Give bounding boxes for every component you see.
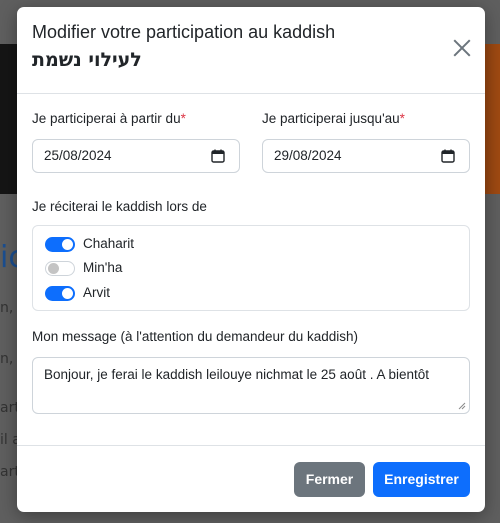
close-icon[interactable] <box>453 39 471 57</box>
modal-subtitle: לעילוי נשמת <box>32 49 142 71</box>
minha-toggle[interactable] <box>45 261 75 276</box>
modal-header: Modifier votre participation au kaddish … <box>17 7 485 94</box>
modal-title: Modifier votre participation au kaddish <box>32 22 336 42</box>
save-button[interactable]: Enregistrer <box>373 462 470 497</box>
resize-handle-icon[interactable] <box>458 402 466 410</box>
background-heading-fragment: ic <box>0 241 17 275</box>
start-date-label: Je participerai à partir du* <box>32 111 186 126</box>
chaharit-label: Chaharit <box>83 236 135 251</box>
arvit-label: Arvit <box>83 285 110 300</box>
background-text-fragment: n, v <box>0 351 17 367</box>
prayers-group: Chaharit Min'ha Arvit <box>32 225 470 311</box>
modal-footer: Fermer Enregistrer <box>17 445 485 512</box>
end-date-value: 29/08/2024 <box>274 148 342 163</box>
calendar-icon[interactable] <box>441 149 455 163</box>
end-date-label: Je participerai jusqu'au* <box>262 111 405 126</box>
start-date-label-text: Je participerai à partir du <box>32 111 181 126</box>
background-text-fragment: n, v <box>0 300 17 316</box>
arvit-toggle[interactable] <box>45 286 75 301</box>
close-button[interactable]: Fermer <box>294 462 365 497</box>
message-label: Mon message (à l'attention du demandeur … <box>32 329 359 344</box>
start-date-value: 25/08/2024 <box>44 148 112 163</box>
message-textarea[interactable]: Bonjour, je ferai le kaddish leilouye ni… <box>32 357 470 414</box>
message-value: Bonjour, je ferai le kaddish leilouye ni… <box>44 367 430 382</box>
prayers-label: Je réciterai le kaddish lors de <box>32 199 207 214</box>
calendar-icon[interactable] <box>211 149 225 163</box>
toggle-knob <box>62 288 73 299</box>
end-date-label-text: Je participerai jusqu'au <box>262 111 400 126</box>
edit-participation-modal: Modifier votre participation au kaddish … <box>17 7 485 512</box>
background-text-fragment: art <box>0 400 17 416</box>
start-date-input[interactable]: 25/08/2024 <box>32 139 240 173</box>
end-date-input[interactable]: 29/08/2024 <box>262 139 470 173</box>
background-banner-edge <box>0 44 17 194</box>
background-text-fragment: art <box>0 464 17 480</box>
toggle-knob <box>48 263 59 274</box>
chaharit-toggle[interactable] <box>45 237 75 252</box>
required-marker: * <box>399 111 405 126</box>
background-text-fragment: il a <box>0 432 17 448</box>
toggle-knob <box>62 239 73 250</box>
minha-label: Min'ha <box>83 260 123 275</box>
required-marker: * <box>180 111 186 126</box>
